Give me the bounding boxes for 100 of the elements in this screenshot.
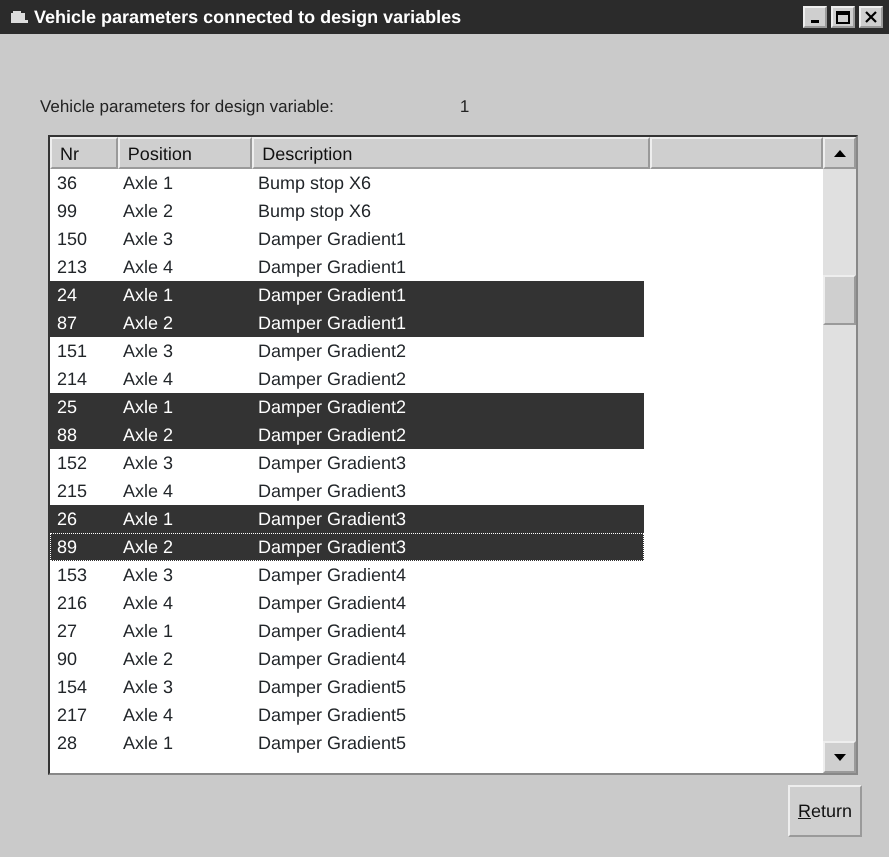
table-cell: Damper Gradient4 — [258, 648, 406, 668]
table-cell: 90 — [57, 648, 78, 668]
table-cell: Damper Gradient3 — [258, 480, 406, 500]
table-cell: Axle 2 — [123, 200, 174, 220]
table-cell: Damper Gradient5 — [258, 704, 406, 724]
table-cell: 99 — [57, 200, 78, 220]
table-cell: Damper Gradient1 — [258, 312, 406, 332]
list-row[interactable]: 87 Axle 2 Damper Gradient1 — [50, 309, 644, 337]
list-row[interactable]: 26 Axle 1 Damper Gradient3 — [50, 505, 644, 533]
table-cell: Axle 3 — [123, 340, 174, 360]
table-cell: Axle 4 — [123, 368, 174, 388]
list-row[interactable]: 153 Axle 3 Damper Gradient4 — [50, 561, 644, 589]
design-variable-value: 1 — [460, 96, 470, 118]
table-cell: 26 — [57, 508, 78, 528]
list-row[interactable]: 24 Axle 1 Damper Gradient1 — [50, 281, 644, 309]
list-row[interactable]: 217 Axle 4 Damper Gradient5 — [50, 701, 644, 729]
table-cell: Damper Gradient2 — [258, 368, 406, 388]
list-row[interactable]: 152 Axle 3 Damper Gradient3 — [50, 449, 644, 477]
table-cell: 28 — [57, 732, 78, 752]
column-header[interactable]: Nr — [50, 137, 118, 169]
return-button[interactable]: Return — [788, 785, 862, 837]
table-cell: 88 — [57, 424, 78, 444]
list-row[interactable]: 88 Axle 2 Damper Gradient2 — [50, 421, 644, 449]
down-arrow-icon — [834, 754, 846, 760]
table-cell: 87 — [57, 312, 78, 332]
table-cell: 214 — [57, 368, 88, 388]
close-icon — [865, 11, 877, 23]
table-cell: Axle 3 — [123, 564, 174, 584]
minimize-button[interactable] — [803, 6, 827, 28]
list-row[interactable]: 215 Axle 4 Damper Gradient3 — [50, 477, 644, 505]
list-row[interactable]: 36 Axle 1 Bump stop X6 — [50, 169, 644, 197]
maximize-button[interactable] — [831, 6, 855, 28]
table-cell: Axle 2 — [123, 536, 174, 556]
table-cell: 150 — [57, 228, 88, 248]
scroll-up-button[interactable] — [823, 137, 856, 169]
table-cell: Damper Gradient1 — [258, 256, 406, 276]
table-cell: Damper Gradient2 — [258, 396, 406, 416]
window-title: Vehicle parameters connected to design variables — [34, 6, 462, 29]
up-arrow-icon — [834, 150, 846, 156]
table-cell: 27 — [57, 620, 78, 640]
column-header[interactable]: Description — [252, 137, 650, 169]
maximize-icon — [836, 10, 850, 24]
table-cell: Axle 3 — [123, 228, 174, 248]
close-button[interactable] — [859, 6, 883, 28]
table-cell: Bump stop X6 — [258, 172, 372, 192]
scroll-down-button[interactable] — [823, 741, 856, 773]
table-cell: Axle 4 — [123, 704, 174, 724]
list-row[interactable]: 216 Axle 4 Damper Gradient4 — [50, 589, 644, 617]
list-row[interactable]: 27 Axle 1 Damper Gradient4 — [50, 617, 644, 645]
list-row[interactable]: 99 Axle 2 Bump stop X6 — [50, 197, 644, 225]
minimize-icon — [811, 20, 819, 22]
list-row[interactable]: 89 Axle 2 Damper Gradient3 — [50, 533, 644, 561]
table-cell: Damper Gradient3 — [258, 508, 406, 528]
table-cell: Damper Gradient1 — [258, 284, 406, 304]
field-label: Vehicle parameters for design variable: — [40, 96, 334, 118]
table-cell: 36 — [57, 172, 78, 192]
table-cell: 24 — [57, 284, 78, 304]
scrollbar[interactable] — [823, 137, 856, 773]
table-cell: Axle 3 — [123, 676, 174, 696]
table-cell: Damper Gradient3 — [258, 536, 406, 556]
list-row[interactable]: 214 Axle 4 Damper Gradient2 — [50, 365, 644, 393]
list-row[interactable]: 25 Axle 1 Damper Gradient2 — [50, 393, 644, 421]
table-cell: Axle 1 — [123, 732, 174, 752]
table-cell: Axle 1 — [123, 508, 174, 528]
table-cell: Axle 1 — [123, 620, 174, 640]
list-row[interactable]: 150 Axle 3 Damper Gradient1 — [50, 225, 644, 253]
table-cell: 217 — [57, 704, 88, 724]
table-cell: Damper Gradient4 — [258, 564, 406, 584]
list-row[interactable]: 28 Axle 1 Damper Gradient5 — [50, 729, 644, 757]
table-cell: 216 — [57, 592, 88, 612]
table-cell: 213 — [57, 256, 88, 276]
table-cell: Axle 4 — [123, 592, 174, 612]
table-cell: Axle 3 — [123, 452, 174, 472]
table-cell: Damper Gradient5 — [258, 732, 406, 752]
list-row[interactable]: 154 Axle 3 Damper Gradient5 — [50, 673, 644, 701]
table-cell: 153 — [57, 564, 88, 584]
table-cell: Axle 2 — [123, 648, 174, 668]
table-cell: Damper Gradient2 — [258, 424, 406, 444]
table-cell: Axle 2 — [123, 312, 174, 332]
list-row[interactable]: 151 Axle 3 Damper Gradient2 — [50, 337, 644, 365]
table-cell: Damper Gradient4 — [258, 620, 406, 640]
table-cell: Damper Gradient1 — [258, 228, 406, 248]
table-cell: Axle 4 — [123, 480, 174, 500]
table-cell: Damper Gradient5 — [258, 676, 406, 696]
table-cell: 25 — [57, 396, 78, 416]
table-cell: Damper Gradient4 — [258, 592, 406, 612]
scroll-thumb[interactable] — [823, 275, 856, 325]
table-cell: Axle 1 — [123, 284, 174, 304]
table-cell: Axle 2 — [123, 424, 174, 444]
table-cell: Damper Gradient3 — [258, 452, 406, 472]
table-cell: 215 — [57, 480, 88, 500]
table-cell: Axle 1 — [123, 396, 174, 416]
list-row[interactable]: 90 Axle 2 Damper Gradient4 — [50, 645, 644, 673]
column-header[interactable]: Position — [118, 137, 252, 169]
table-cell: 152 — [57, 452, 88, 472]
list-row[interactable]: 213 Axle 4 Damper Gradient1 — [50, 253, 644, 281]
table-cell: 154 — [57, 676, 88, 696]
window-icon — [10, 10, 28, 24]
table-cell: 89 — [57, 536, 78, 556]
table-cell: Axle 4 — [123, 256, 174, 276]
